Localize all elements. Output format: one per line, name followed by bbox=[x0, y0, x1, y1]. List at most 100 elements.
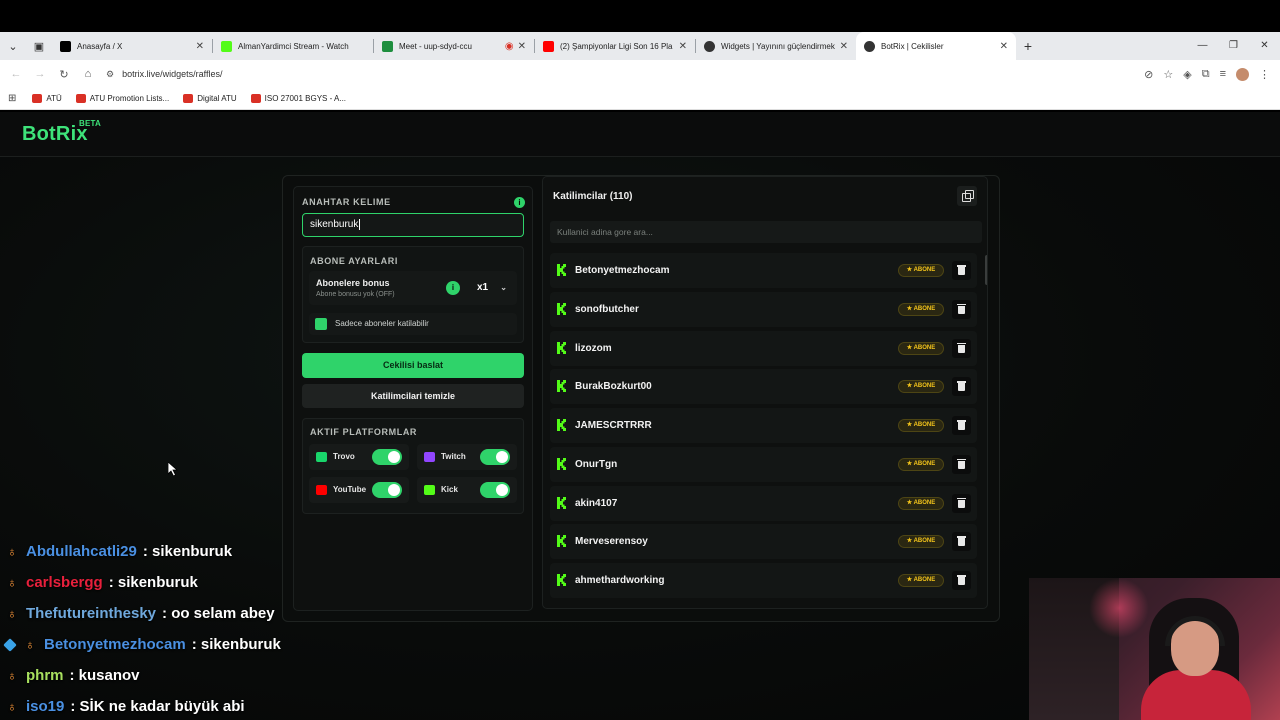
participant-row: BurakBozkurt00 ★ ABONE bbox=[550, 369, 977, 405]
chat-text: : sikenburuk bbox=[108, 574, 198, 591]
close-tab-icon[interactable]: ✕ bbox=[840, 41, 848, 52]
puzzle-icon[interactable]: ⧉ bbox=[1202, 68, 1210, 81]
chat-username: Betonyetmezhocam bbox=[44, 636, 186, 653]
kick-icon bbox=[557, 341, 566, 354]
chat-message: ♁ carlsbergg: sikenburuk bbox=[4, 567, 1004, 598]
chat-text: : oo selam abey bbox=[162, 605, 275, 622]
start-raffle-button[interactable]: Cekilisi baslat bbox=[302, 353, 524, 378]
delete-icon[interactable] bbox=[952, 454, 971, 474]
kick-icon bbox=[557, 457, 566, 470]
kick-toggle[interactable] bbox=[480, 482, 510, 498]
tab-title: Widgets | Yayınını güçlendirmek bbox=[721, 41, 835, 51]
profile-avatar[interactable] bbox=[1236, 67, 1249, 81]
address-bar: ← → ↻ ⌂ ⚙ botrix.live/widgets/raffles/ ⊘… bbox=[0, 60, 1280, 88]
delete-icon[interactable] bbox=[952, 416, 971, 435]
browser-tab-kick[interactable]: AlmanYardimci Stream - Watch bbox=[213, 32, 373, 60]
subscriber-bonus-row: Abonelere bonus Abone bonusu yok (OFF) i… bbox=[309, 271, 517, 305]
menu-icon[interactable]: ⋮ bbox=[1259, 68, 1270, 81]
browser-tab-x[interactable]: Anasayfa / X ✕ bbox=[52, 32, 212, 60]
screen: ⌄ ▣ Anasayfa / X ✕ AlmanYardimci Stream … bbox=[0, 0, 1280, 720]
trovo-toggle[interactable] bbox=[372, 449, 402, 465]
chat-message: ♁ Betonyetmezhocam: sikenburuk bbox=[3, 629, 1004, 660]
info-icon[interactable]: i bbox=[446, 281, 460, 295]
delete-icon[interactable] bbox=[952, 299, 971, 319]
delete-icon[interactable] bbox=[952, 377, 971, 397]
copy-icon[interactable] bbox=[957, 186, 977, 206]
only-subscribers-option[interactable]: Sadece aboneler katilabilir bbox=[309, 313, 517, 335]
subscriber-badge: ★ ABONE bbox=[898, 457, 944, 471]
back-icon[interactable]: ← bbox=[4, 68, 28, 80]
close-tab-icon[interactable]: ✕ bbox=[1000, 41, 1008, 52]
participant-name: akin4107 bbox=[575, 497, 618, 509]
bookmark-item[interactable]: ATU Promotion Lists... bbox=[75, 94, 169, 103]
only-subscribers-checkbox[interactable] bbox=[315, 318, 327, 330]
new-tab-button[interactable]: + bbox=[1016, 38, 1040, 54]
tab-search-icon[interactable]: ⌄ bbox=[0, 33, 26, 59]
chat-text: : kusanov bbox=[69, 667, 140, 684]
bookmark-item[interactable]: Digital ATU bbox=[183, 94, 237, 103]
bookmark-icon bbox=[32, 94, 43, 103]
youtube-toggle[interactable] bbox=[372, 482, 402, 498]
tab-groups-icon[interactable]: ▣ bbox=[26, 33, 52, 59]
extension-icon[interactable]: ◈ bbox=[1183, 68, 1191, 81]
url-field[interactable]: ⚙ botrix.live/widgets/raffles/ bbox=[106, 63, 1145, 85]
participant-search-input[interactable]: Kullanici adina gore ara... bbox=[550, 221, 982, 243]
bonus-label: Abonelere bonus bbox=[316, 278, 390, 288]
close-tab-icon[interactable]: ✕ bbox=[679, 41, 687, 52]
participant-row: lizozom ★ ABONE bbox=[550, 330, 977, 366]
site-info-icon[interactable]: ⚙ bbox=[106, 69, 114, 80]
subscriber-badge: ★ ABONE bbox=[898, 380, 944, 394]
bookmark-item[interactable]: ATÜ bbox=[32, 94, 62, 103]
close-tab-icon[interactable]: ✕ bbox=[196, 41, 204, 52]
chat-username: iso19 bbox=[26, 698, 65, 715]
chat-message: ♁ iso19: SİK ne kadar büyük abi bbox=[4, 691, 1004, 720]
kick-badge-icon: ♁ bbox=[7, 544, 17, 559]
keyword-input[interactable]: sikenburuk bbox=[302, 213, 524, 237]
media-icon[interactable]: ≡ bbox=[1220, 68, 1226, 80]
delete-icon[interactable] bbox=[952, 261, 971, 280]
browser-tabbar: ⌄ ▣ Anasayfa / X ✕ AlmanYardimci Stream … bbox=[0, 32, 1280, 60]
eye-off-icon[interactable]: ⊘ bbox=[1144, 68, 1153, 81]
forward-icon[interactable]: → bbox=[28, 68, 52, 80]
clear-participants-button[interactable]: Katilimcilari temizle bbox=[302, 384, 524, 408]
trovo-icon bbox=[316, 452, 327, 462]
scrollbar[interactable] bbox=[985, 255, 987, 285]
apps-grid-icon[interactable]: ⊞ bbox=[8, 93, 16, 104]
star-icon[interactable]: ☆ bbox=[1163, 68, 1173, 81]
browser-tab-widgets[interactable]: Widgets | Yayınını güçlendirmek ✕ bbox=[696, 32, 856, 60]
browser-tab-meet[interactable]: Meet - uup-sdyd-ccu ◉ ✕ bbox=[374, 32, 534, 60]
info-icon[interactable]: i bbox=[514, 197, 525, 208]
participant-row: sonofbutcher ★ ABONE bbox=[550, 291, 977, 327]
restore-icon[interactable]: ❐ bbox=[1218, 32, 1249, 60]
close-tab-icon[interactable]: ✕ bbox=[518, 41, 526, 52]
reload-icon[interactable]: ↻ bbox=[52, 68, 76, 81]
bonus-description: Abone bonusu yok (OFF) bbox=[316, 291, 395, 298]
site-header: BotRix BETA bbox=[0, 112, 1280, 157]
subscriber-badge: ★ ABONE bbox=[898, 341, 944, 355]
participant-name: lizozom bbox=[575, 342, 612, 354]
delete-icon[interactable] bbox=[952, 338, 971, 358]
close-window-icon[interactable]: ✕ bbox=[1249, 32, 1280, 60]
browser-tab-youtube[interactable]: (2) Şampiyonlar Ligi Son 16 Pla ✕ bbox=[535, 32, 695, 60]
recording-icon: ◉ bbox=[504, 40, 514, 52]
kick-icon bbox=[557, 302, 566, 315]
participant-row: JAMESCRTRRR ★ ABONE bbox=[550, 408, 977, 443]
minimize-icon[interactable]: — bbox=[1187, 32, 1218, 60]
home-icon[interactable]: ⌂ bbox=[76, 68, 100, 80]
participant-name: OnurTgn bbox=[575, 458, 618, 470]
window-controls: — ❐ ✕ bbox=[1187, 32, 1280, 60]
kick-badge-icon: ♁ bbox=[7, 668, 17, 683]
chat-text: : SİK ne kadar büyük abi bbox=[70, 698, 245, 715]
delete-icon[interactable] bbox=[952, 493, 971, 513]
meet-icon bbox=[382, 40, 393, 52]
participants-title: Katilimcilar (110) bbox=[553, 191, 633, 202]
browser-tab-botrix[interactable]: BotRix | Cekilisler ✕ bbox=[856, 32, 1016, 60]
kick-icon bbox=[557, 264, 566, 276]
bonus-multiplier-select[interactable]: x1 ⌄ bbox=[469, 277, 513, 299]
twitch-toggle[interactable] bbox=[480, 449, 510, 465]
url-text: botrix.live/widgets/raffles/ bbox=[122, 69, 223, 79]
only-subscribers-label: Sadece aboneler katilabilir bbox=[335, 319, 429, 328]
botrix-logo[interactable]: BotRix BETA bbox=[22, 119, 101, 146]
chat-message: ♁ Abdullahcatli29: sikenburuk bbox=[4, 536, 1004, 567]
bookmark-item[interactable]: ISO 27001 BGYS - A... bbox=[250, 94, 346, 103]
